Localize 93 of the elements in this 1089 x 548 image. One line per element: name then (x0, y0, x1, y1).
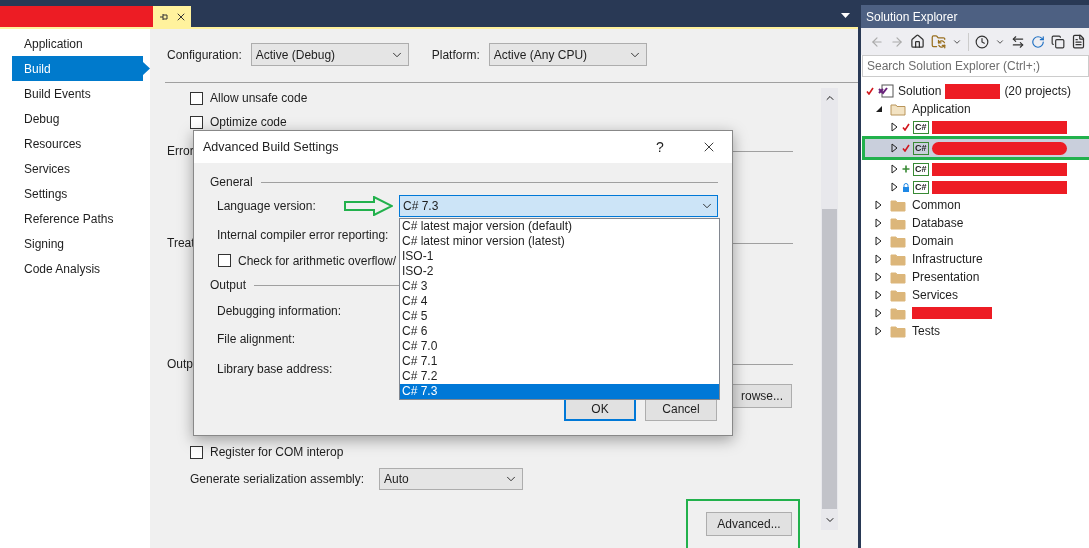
folder-label: Application (912, 102, 971, 116)
tree-item[interactable]: Solution (20 projects) (861, 82, 1089, 100)
csharp-icon: C# (913, 120, 929, 134)
folder-label: Tests (912, 324, 940, 338)
checkbox[interactable] (190, 445, 203, 459)
folder-icon (890, 306, 906, 320)
properties-icon[interactable] (1071, 34, 1086, 49)
csharp-icon: C# (913, 141, 929, 155)
folder-label: Common (912, 198, 961, 212)
folder-icon (890, 198, 906, 212)
language-select[interactable]: C# 7.3 (399, 195, 718, 217)
tree-item[interactable]: C# (861, 178, 1089, 196)
section-title: Treat (167, 236, 195, 250)
nav-item[interactable]: Build Events (12, 81, 150, 106)
section-title: Error (167, 144, 194, 158)
checkbox[interactable] (218, 254, 231, 267)
folder-label: Infrastructure (912, 252, 983, 266)
tree-item[interactable]: C# (861, 118, 1089, 136)
folder-icon (890, 234, 906, 248)
group-title: General (210, 175, 253, 189)
tree-item[interactable]: Domain (861, 232, 1089, 250)
folder-icon (890, 102, 906, 116)
advanced-button[interactable]: Advanced... (706, 512, 792, 536)
section-title: Outp (167, 357, 193, 371)
tree-item[interactable]: Common (861, 196, 1089, 214)
nav-item[interactable]: Settings (12, 181, 150, 206)
field-label: Generate serialization assembly: (190, 471, 366, 486)
search-field[interactable]: Search Solution Explorer (Ctrl+;) (862, 55, 1089, 77)
document-tab[interactable] (0, 6, 191, 27)
help-button[interactable]: ? (656, 139, 686, 155)
group-title: Output (210, 278, 247, 292)
tree-item[interactable]: C# (861, 160, 1089, 178)
folder-label: Database (912, 216, 964, 230)
checkbox-label: Check for arithmetic overflow/ (238, 253, 397, 268)
checkbox[interactable] (190, 91, 203, 105)
scrollbar[interactable] (821, 88, 838, 530)
collapsed-icon[interactable] (891, 143, 898, 153)
platform-label: Platform: (431, 47, 480, 62)
field-label: File alignment: (217, 331, 296, 346)
home-icon[interactable] (910, 34, 925, 49)
checkbox-label: Allow unsafe code (210, 91, 308, 105)
solution-icon (878, 84, 894, 98)
folder-icon (890, 270, 906, 284)
nav-item[interactable]: Debug (12, 106, 150, 131)
tree-item[interactable]: Services (861, 286, 1089, 304)
tree-item[interactable]: Database (861, 214, 1089, 232)
folder-sync-icon[interactable] (931, 34, 946, 49)
field-label: Debugging information: (217, 303, 342, 318)
browse-button[interactable]: rowse... (732, 384, 792, 408)
project-count: (20 projects) (1004, 84, 1072, 98)
checkbox-label: Optimize code (210, 115, 287, 129)
serialization-select[interactable]: Auto (379, 467, 523, 490)
tree-item[interactable]: Tests (861, 322, 1089, 340)
folder-icon (890, 288, 906, 302)
folder-icon (890, 216, 906, 230)
expanded-icon[interactable] (874, 105, 883, 113)
clock-icon[interactable] (975, 34, 989, 49)
csharp-icon: C# (913, 180, 929, 194)
refresh-icon[interactable] (1031, 34, 1045, 49)
nav-item[interactable]: Application (12, 31, 150, 56)
list-option[interactable]: C# 7.3 (400, 384, 719, 399)
field-label: Internal compiler error reporting: (217, 228, 389, 242)
tree-item[interactable]: C# (865, 139, 1089, 157)
nav-item[interactable]: Signing (12, 231, 150, 256)
nav-item[interactable]: Services (12, 156, 150, 181)
folder-icon (890, 252, 906, 266)
nav-item[interactable]: Build (12, 56, 150, 81)
checkbox-label: Register for COM interop (210, 445, 344, 459)
swap-icon[interactable] (1011, 34, 1025, 49)
nav-item[interactable]: Resources (12, 131, 150, 156)
platform-select[interactable]: Active (Any CPU) (488, 43, 647, 66)
configuration-label: Configuration: (167, 47, 242, 62)
csharp-icon: C# (913, 162, 929, 176)
dropdown-icon[interactable] (841, 13, 850, 19)
collapse-icon[interactable] (1051, 34, 1065, 49)
nav-item[interactable]: Code Analysis (12, 256, 150, 281)
tree-item[interactable]: Application (861, 100, 1089, 118)
solution-label: Solution (898, 84, 942, 98)
folder-label: Services (912, 288, 958, 302)
checkbox[interactable] (190, 115, 203, 129)
collapsed-icon[interactable] (891, 122, 898, 132)
configuration-select[interactable]: Active (Debug) (250, 43, 409, 66)
panel-title: Solution Explorer (861, 5, 1089, 28)
field-label: Language version: (217, 199, 317, 213)
folder-label: Presentation (912, 270, 980, 284)
field-label: Library base address: (217, 361, 333, 376)
folder-icon (890, 324, 906, 338)
pin-icon[interactable] (159, 11, 169, 22)
nav-item[interactable]: Reference Paths (12, 206, 150, 231)
dialog-title: Advanced Build Settings (203, 140, 340, 154)
tree-item[interactable]: Presentation (861, 268, 1089, 286)
folder-label: Domain (912, 234, 954, 248)
tree-item[interactable]: Infrastructure (861, 250, 1089, 268)
